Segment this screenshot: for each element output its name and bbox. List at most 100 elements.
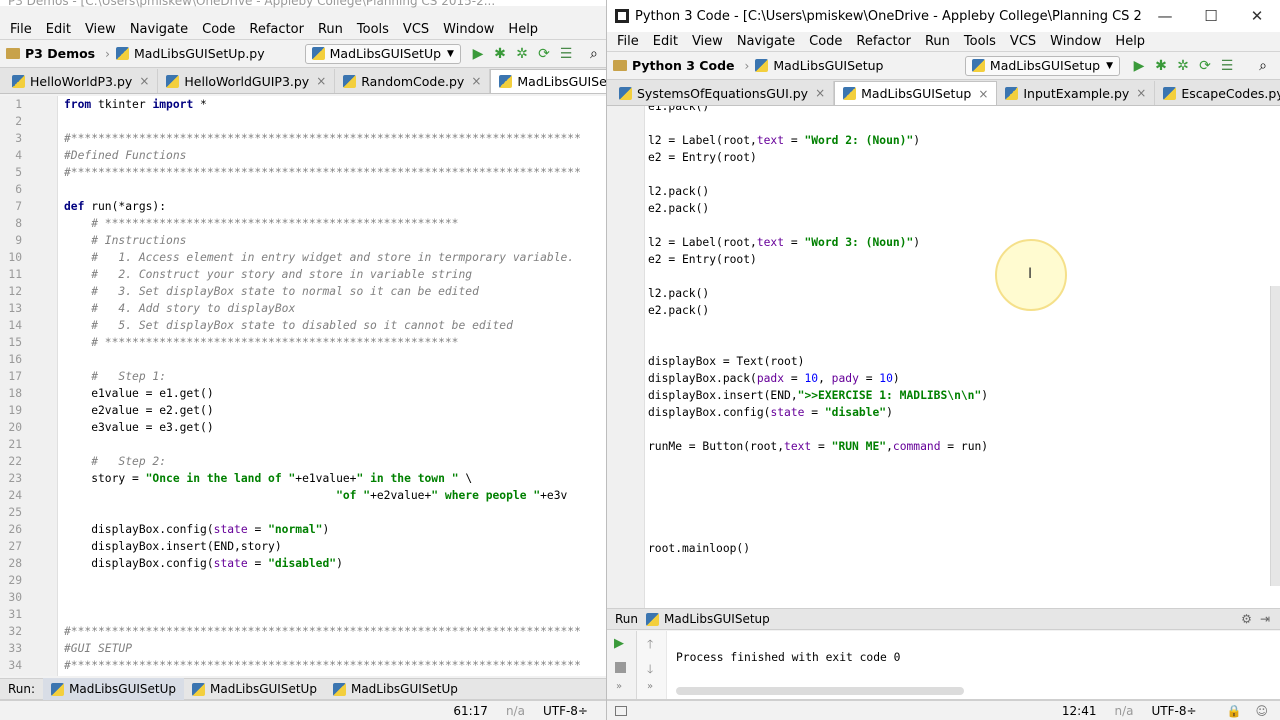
code-line[interactable]: 5 #**************************************… [0,164,606,181]
code-line[interactable]: 30 [0,589,606,606]
code-line[interactable] [607,166,1280,183]
code-line[interactable]: e2.pack() [607,302,1280,319]
code-line[interactable]: 16 [0,351,606,368]
editor-tab[interactable]: HelloWorldP3.py × [4,69,159,93]
maximize-button[interactable]: ☐ [1188,7,1234,25]
editor-tab[interactable]: HelloWorldGUIP3.py × [158,69,336,93]
code-line[interactable]: 34 #*************************************… [0,657,606,674]
menu-file[interactable]: File [4,22,40,37]
status-encoding[interactable]: UTF-8÷ [543,704,588,718]
up-arrow-icon[interactable]: 🡑 [647,635,653,656]
code-line[interactable]: 4 #Defined Functions [0,147,606,164]
close-tab-icon[interactable]: × [1136,86,1146,100]
code-line[interactable] [607,489,1280,506]
menu-view[interactable]: View [79,22,124,37]
code-line[interactable]: e1.pack() [607,106,1280,115]
code-line[interactable]: l2.pack() [607,183,1280,200]
code-line[interactable]: 22 # Step 2: [0,453,606,470]
code-line[interactable]: 33 #GUI SETUP [0,640,606,657]
code-line[interactable]: displayBox = Text(root) [607,353,1280,370]
editor-scrollbar[interactable] [1270,286,1280,586]
code-line[interactable]: 24 "of "+e2value+" where people "+e3v [0,487,606,504]
close-tab-icon[interactable]: × [471,74,481,88]
debug-button[interactable]: ✱ [489,44,511,64]
code-line[interactable]: 21 [0,436,606,453]
menu-view[interactable]: View [686,34,731,49]
menu-tools[interactable]: Tools [351,22,397,37]
menu-vcs[interactable]: VCS [1004,34,1044,49]
code-line[interactable] [607,523,1280,540]
run-configuration-select[interactable]: MadLibsGUISetup ▼ [964,55,1120,76]
code-line[interactable]: 3 #**************************************… [0,130,606,147]
breadcrumb-file[interactable]: MadLibsGUISetUp.py [115,46,265,61]
code-line[interactable]: 23 story = "Once in the land of "+e1valu… [0,470,606,487]
code-line[interactable]: 8 # ************************************… [0,215,606,232]
editor-tab[interactable]: RandomCode.py × [335,69,491,93]
menu-refactor[interactable]: Refactor [243,22,312,37]
code-line[interactable] [607,506,1280,523]
right-code-editor[interactable]: e1.pack() l2 = Label(root,text = "Word 2:… [607,106,1280,608]
code-line[interactable]: 17 # Step 1: [0,368,606,385]
coverage-button[interactable]: ✲ [1172,56,1194,76]
inspector-icon[interactable]: ☺ [1255,704,1268,718]
status-position[interactable]: 61:17 [453,704,488,718]
status-icon[interactable] [615,705,627,716]
breadcrumb-project[interactable]: Python 3 Code [613,58,735,73]
code-line[interactable] [607,115,1280,132]
editor-tab[interactable]: SystemsOfEquationsGUI.py × [611,81,835,105]
menu-window[interactable]: Window [437,22,502,37]
code-line[interactable]: 13 # 4. Add story to displayBox [0,300,606,317]
code-line[interactable] [607,472,1280,489]
code-line[interactable]: e2.pack() [607,200,1280,217]
breadcrumb-project[interactable]: P3 Demos [6,46,95,61]
code-line[interactable]: 11 # 2. Construct your story and store i… [0,266,606,283]
code-line[interactable]: root.mainloop() [607,540,1280,557]
menu-file[interactable]: File [611,34,647,49]
search-icon[interactable]: ⌕ [1252,56,1274,76]
editor-tab[interactable]: EscapeCodes.py× [1155,81,1280,105]
close-button[interactable]: ✕ [1234,7,1280,25]
left-title-bar[interactable]: P3 Demos - [C:\Users\pmiskew\OneDrive - … [0,0,606,8]
code-line[interactable]: 28 displayBox.config(state = "disabled") [0,555,606,572]
down-arrow-icon[interactable]: 🡓 [647,660,653,681]
code-line[interactable] [607,455,1280,472]
code-line[interactable]: displayBox.config(state = "disable") [607,404,1280,421]
coverage-button[interactable]: ✲ [511,44,533,64]
editor-tab[interactable]: MadLibsGUISetUp.py× [490,69,606,93]
editor-tab[interactable]: InputExample.py × [997,81,1156,105]
menu-window[interactable]: Window [1044,34,1109,49]
code-line[interactable]: l2 = Label(root,text = "Word 2: (Noun)") [607,132,1280,149]
console-hscrollbar[interactable] [676,687,964,695]
code-line[interactable]: 26 displayBox.config(state = "normal") [0,521,606,538]
profile-button[interactable]: ⟳ [533,44,555,64]
code-line[interactable]: 10 # 1. Access element in entry widget a… [0,249,606,266]
close-tab-icon[interactable]: × [815,86,825,100]
menu-code[interactable]: Code [196,22,243,37]
close-tab-icon[interactable]: × [139,74,149,88]
lock-icon[interactable]: 🔒 [1227,704,1242,718]
run-tab[interactable]: MadLibsGUISetUp [43,678,185,700]
code-line[interactable] [607,217,1280,234]
code-line[interactable]: l2.pack() [607,285,1280,302]
status-encoding[interactable]: UTF-8÷ [1151,704,1196,718]
code-line[interactable]: 7 def run(*args): [0,198,606,215]
code-line[interactable]: 15 # ***********************************… [0,334,606,351]
code-line[interactable]: 14 # 5. Set displayBox state to disabled… [0,317,606,334]
code-line[interactable]: 12 # 3. Set displayBox state to normal s… [0,283,606,300]
menu-navigate[interactable]: Navigate [124,22,196,37]
code-line[interactable]: l2 = Label(root,text = "Word 3: (Noun)") [607,234,1280,251]
run-tab[interactable]: MadLibsGUISetUp [325,678,466,700]
status-position[interactable]: 12:41 [1062,704,1097,718]
run-tab[interactable]: MadLibsGUISetUp [184,678,325,700]
code-line[interactable]: 1 from tkinter import * [0,96,606,113]
code-line[interactable]: e2 = Entry(root) [607,251,1280,268]
code-line[interactable] [607,268,1280,285]
editor-tab[interactable]: MadLibsGUISetup × [834,81,998,105]
code-line[interactable]: 2 [0,113,606,130]
menu-refactor[interactable]: Refactor [850,34,919,49]
code-line[interactable]: 31 [0,606,606,623]
menu-edit[interactable]: Edit [40,22,79,37]
run-button[interactable]: ▶ [1128,56,1150,76]
menu-run[interactable]: Run [919,34,958,49]
right-title-bar[interactable]: Python 3 Code - [C:\Users\pmiskew\OneDri… [607,0,1280,32]
